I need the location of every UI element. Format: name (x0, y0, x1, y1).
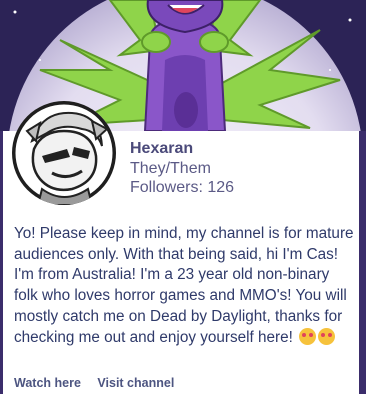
avatar-image (12, 101, 116, 205)
channel-name[interactable]: Hexaran (130, 140, 193, 158)
streamer-card: Hexaran They/Them Followers: 126 Yo! Ple… (0, 0, 366, 394)
smiling-face-with-hearts-icon (318, 327, 336, 345)
smiling-face-with-hearts-icon (299, 327, 317, 345)
follower-count: Followers: 126 (130, 179, 235, 196)
bio-text: Yo! Please keep in mind, my channel is f… (14, 225, 354, 346)
card-links: Watch here Visit channel (14, 376, 187, 390)
card-border-right (359, 131, 366, 394)
bio: Yo! Please keep in mind, my channel is f… (14, 224, 354, 348)
avatar[interactable] (12, 101, 116, 205)
pronouns: They/Them (130, 160, 211, 177)
visit-channel-link[interactable]: Visit channel (97, 376, 174, 390)
watch-here-link[interactable]: Watch here (14, 376, 81, 390)
